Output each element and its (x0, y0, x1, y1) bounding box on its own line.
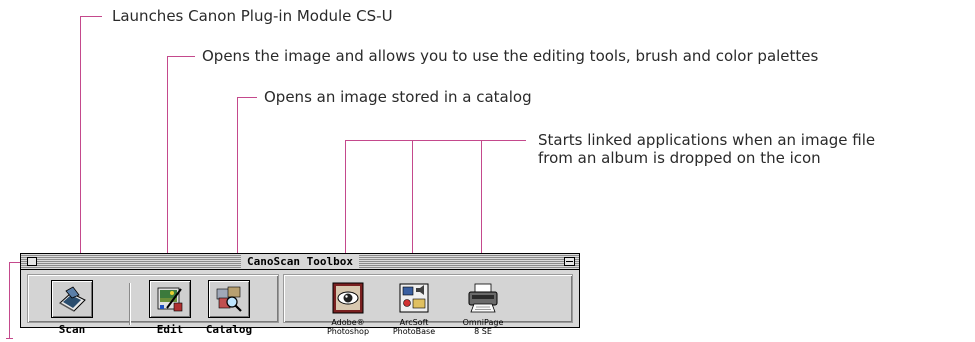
callout-line-ps-v (345, 140, 346, 268)
callout-line-closebox-v (9, 262, 10, 338)
callout-edit-text: Opens the image and allows you to use th… (202, 47, 819, 65)
callout-scan-text: Launches Canon Plug-in Module CS-U (112, 7, 393, 25)
callout-line-pb-v (412, 140, 413, 268)
photoshop-app-button[interactable] (329, 280, 367, 316)
edit-button[interactable] (149, 280, 191, 318)
window-title: CanoScan Toolbox (241, 254, 359, 269)
photobase-label: ArcSoft PhotoBase (392, 318, 436, 336)
close-box-icon[interactable] (27, 257, 37, 266)
catalog-label: Catalog (205, 323, 253, 336)
callout-line-scan-v (80, 16, 81, 262)
photoshop-label: Adobe® Photoshop (326, 318, 370, 336)
callout-line-scan-h (80, 16, 102, 17)
callout-line-edit-v (167, 56, 168, 274)
photobase-icon (399, 283, 429, 313)
scan-button[interactable] (51, 280, 93, 318)
callout-apps-text-1: Starts linked applications when an image… (538, 131, 876, 149)
callout-line-apps-h (345, 140, 526, 141)
omnipage-printer-icon (468, 283, 498, 313)
photoshop-eye-icon (332, 282, 364, 314)
callout-apps-text-2: from an album is dropped on the icon (538, 149, 821, 167)
catalog-button[interactable] (208, 280, 250, 318)
callout-line-op-v (481, 140, 482, 268)
omnipage-label: OmniPage 8 SE (462, 318, 504, 336)
photobase-app-button[interactable] (395, 280, 433, 316)
callout-line-catalog-v (237, 97, 238, 275)
linked-apps-panel: Adobe® Photoshop ArcSoft PhotoBase OmniP… (283, 274, 573, 336)
collapse-box-icon[interactable] (564, 257, 575, 266)
scanner-icon (59, 286, 86, 312)
callout-catalog-text: Opens an image stored in a catalog (264, 88, 532, 106)
tools-panel: Scan Edit Catalog (27, 274, 279, 336)
omnipage-app-button[interactable] (464, 280, 502, 316)
catalog-magnifier-icon (216, 286, 242, 312)
callout-line-catalog-h (237, 97, 257, 98)
canoscan-toolbox-window: CanoScan Toolbox Scan Edit Catalog Adobe… (20, 253, 580, 336)
toolbar-separator (129, 283, 131, 325)
scan-label: Scan (58, 323, 86, 336)
edit-palette-icon (157, 287, 183, 312)
callout-line-closebox-tick (6, 338, 13, 339)
title-bar[interactable]: CanoScan Toolbox (21, 254, 579, 270)
callout-line-edit-h (167, 56, 195, 57)
